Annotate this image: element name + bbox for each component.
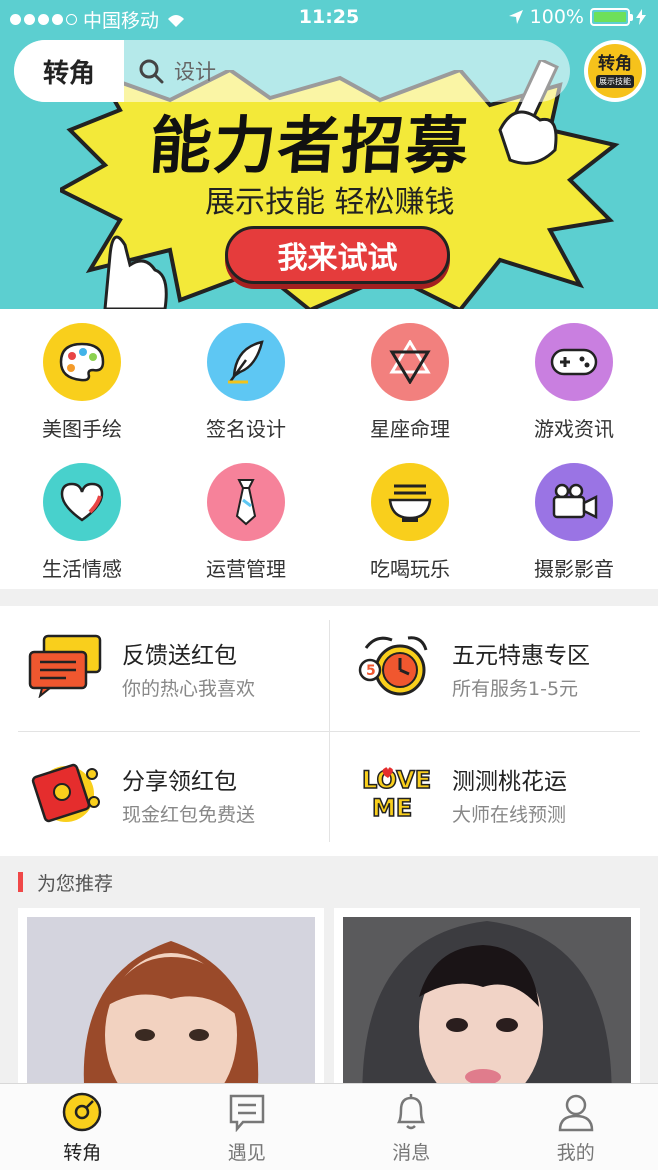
video-camera-icon: [535, 463, 613, 541]
banner-subtitle: 展示技能 轻松赚钱: [205, 185, 455, 220]
promo-title: 五元特惠专区: [452, 643, 590, 669]
skill-badge-button[interactable]: 转角 展示技能: [584, 40, 646, 102]
category-label: 摄影影音: [534, 557, 614, 581]
recommend-title: 为您推荐: [37, 872, 114, 895]
tab-label: 转角: [63, 1141, 102, 1164]
tab-label: 遇见: [227, 1141, 266, 1164]
love-me-icon: LOVE ME: [361, 765, 432, 823]
tab-bar: 转角 遇见 消息 我的: [0, 1083, 658, 1170]
message-board-icon: [225, 1090, 269, 1134]
profile-photo: [343, 917, 631, 1098]
badge-subtitle: 展示技能: [596, 74, 634, 88]
red-envelope-icon: [31, 763, 100, 823]
bell-icon: [389, 1090, 433, 1134]
compass-icon: [60, 1090, 104, 1134]
category-label: 生活情感: [42, 557, 122, 581]
tab-label: 我的: [556, 1141, 595, 1164]
recommend-card[interactable]: [334, 908, 640, 1098]
app-logo: 转角: [14, 40, 124, 102]
chat-bubbles-icon: [28, 634, 102, 698]
promo-section: 反馈送红包 你的热心我喜欢 5 五元特惠专区 所有服务1-5元 分享领红包 现金…: [0, 606, 658, 856]
search-bar[interactable]: 转角 设计: [14, 40, 570, 102]
badge-title: 转角: [598, 53, 632, 74]
tab-messages[interactable]: 消息: [329, 1084, 494, 1170]
search-input[interactable]: 设计: [174, 56, 216, 86]
promo-title: 反馈送红包: [122, 643, 237, 669]
battery-icon: [590, 8, 633, 26]
promo-subtitle: 你的热心我喜欢: [122, 678, 256, 700]
category-item[interactable]: 摄影影音: [492, 463, 656, 582]
category-item[interactable]: 吃喝玩乐: [328, 463, 492, 582]
noodle-bowl-icon: [371, 463, 449, 541]
tab-label: 消息: [392, 1141, 431, 1164]
tab-meet[interactable]: 遇见: [165, 1084, 330, 1170]
search-icon: [139, 59, 164, 84]
gamepad-icon: [535, 323, 613, 401]
svg-text:5: 5: [366, 663, 376, 679]
tab-home[interactable]: 转角: [0, 1084, 165, 1170]
user-icon: [554, 1090, 598, 1134]
category-item[interactable]: 生活情感: [0, 463, 164, 582]
promo-title: 测测桃花运: [452, 769, 567, 795]
battery-percent: 100%: [529, 6, 584, 28]
star-of-david-icon: [371, 323, 449, 401]
promo-item[interactable]: 分享领红包 现金红包免费送: [16, 732, 316, 842]
heart-icon: [43, 463, 121, 541]
category-label: 星座命理: [370, 417, 450, 441]
category-item[interactable]: 运营管理: [164, 463, 328, 582]
category-item[interactable]: 美图手绘: [0, 323, 164, 442]
profile-photo: [27, 917, 315, 1098]
svg-text:LOVE: LOVE: [362, 766, 431, 794]
promo-item[interactable]: 5 五元特惠专区 所有服务1-5元: [346, 606, 646, 716]
promo-subtitle: 所有服务1-5元: [452, 678, 579, 700]
charging-icon: [636, 9, 646, 25]
category-label: 吃喝玩乐: [370, 557, 450, 581]
category-item[interactable]: 游戏资讯: [492, 323, 656, 442]
banner-title: 能力者招募: [147, 109, 473, 182]
category-label: 运营管理: [206, 557, 286, 581]
palette-icon: [43, 323, 121, 401]
tab-profile[interactable]: 我的: [494, 1084, 658, 1170]
category-label: 游戏资讯: [534, 417, 614, 441]
feather-pen-icon: [207, 323, 285, 401]
status-bar: 中国移动 11:25 100%: [0, 0, 658, 38]
category-label: 签名设计: [206, 417, 286, 441]
category-item[interactable]: 签名设计: [164, 323, 328, 442]
recommend-header: 为您推荐: [18, 862, 113, 902]
svg-text:ME: ME: [372, 794, 412, 822]
category-grid: 美图手绘 签名设计 星座命理 游戏资讯 生活情感 运营管理 吃喝玩乐 摄影影音: [0, 309, 658, 589]
category-item[interactable]: 星座命理: [328, 323, 492, 442]
section-marker: [18, 872, 23, 892]
location-arrow-icon: [508, 10, 523, 24]
promo-subtitle: 现金红包免费送: [122, 804, 256, 826]
category-label: 美图手绘: [42, 417, 122, 441]
pointing-hand-graphic: [103, 235, 168, 309]
promo-subtitle: 大师在线预测: [452, 804, 567, 826]
promo-title: 分享领红包: [122, 769, 237, 795]
necktie-icon: [207, 463, 285, 541]
promo-item[interactable]: 反馈送红包 你的热心我喜欢: [16, 606, 316, 716]
recommend-card[interactable]: [18, 908, 324, 1098]
promo-item[interactable]: LOVE ME 测测桃花运 大师在线预测: [346, 732, 646, 842]
alarm-clock-icon: 5: [358, 636, 428, 696]
banner-cta-button[interactable]: 我来试试: [225, 226, 450, 284]
